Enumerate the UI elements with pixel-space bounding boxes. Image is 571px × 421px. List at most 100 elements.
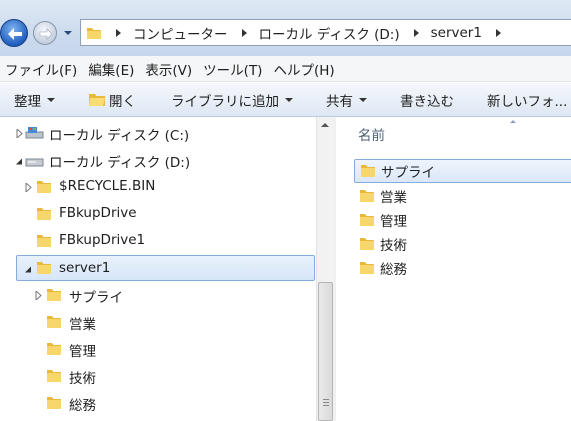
navigation-pane: ローカル ディスク (C:) ローカル ディスク (D:) $RECYCLE.B… (0, 117, 316, 421)
burn-label: 書き込む (400, 93, 454, 110)
folder-icon (360, 238, 374, 250)
grip-icon (323, 399, 329, 407)
file-item-gijutsu[interactable]: 技術 (354, 232, 571, 256)
command-bar: 整理 開く ライブラリに追加 共有 書き込む 新しいフォ... (0, 83, 571, 117)
menu-bar: ファイル(F) 編集(E) 表示(V) ツール(T) ヘルプ(H) (0, 56, 571, 82)
breadcrumb-separator[interactable] (495, 28, 501, 37)
menu-file[interactable]: ファイル(F) (0, 59, 83, 79)
menu-tools[interactable]: ツール(T) (198, 59, 268, 79)
file-label: 営業 (380, 190, 407, 206)
tree-label-kanri: 管理 (69, 344, 96, 360)
drive-icon (25, 158, 44, 167)
tree-label-fbkupdrive: FBkupDrive (59, 205, 137, 221)
organize-button[interactable]: 整理 (0, 87, 68, 113)
burn-button[interactable]: 書き込む (380, 87, 467, 113)
tree-label-fbkupdrive1: FBkupDrive1 (59, 232, 146, 248)
tree-item-recycle-bin[interactable]: $RECYCLE.BIN (0, 175, 316, 199)
new-folder-label: 新しいフォ... (487, 93, 568, 110)
folder-icon (47, 370, 61, 382)
forward-arrow-icon (39, 28, 53, 40)
column-header[interactable]: 名前 (336, 117, 571, 151)
breadcrumb-separator[interactable] (241, 28, 247, 37)
tree-label-soumu: 総務 (69, 398, 96, 414)
tree-item-supply[interactable]: サプライ (0, 283, 316, 307)
tree-label-server1: server1 (59, 260, 111, 276)
open-label: 開く (109, 93, 136, 110)
tree-label-gijutsu: 技術 (69, 371, 96, 387)
folder-icon (47, 316, 61, 328)
column-name-header[interactable]: 名前 (358, 124, 385, 144)
folder-icon (360, 214, 374, 226)
breadcrumb-server1[interactable]: server1 (431, 25, 482, 41)
drive-icon (25, 127, 44, 139)
back-arrow-icon (8, 28, 22, 40)
tree-label-eigyo: 営業 (69, 317, 96, 333)
folder-icon (47, 397, 61, 409)
tree-item-fbkupdrive[interactable]: FBkupDrive (0, 202, 316, 226)
file-list-pane: 名前 サプライ 営業 管理 技術 総務 (336, 117, 571, 421)
collapse-arrow-icon[interactable] (24, 265, 32, 274)
expand-arrow-icon[interactable] (35, 291, 43, 300)
organize-label: 整理 (14, 93, 41, 110)
tree-label-drive-c: ローカル ディスク (C:) (49, 128, 190, 144)
folder-icon (47, 343, 61, 355)
breadcrumb-drive-d[interactable]: ローカル ディスク (D:) (259, 23, 400, 43)
menu-edit[interactable]: 編集(E) (83, 59, 140, 79)
tree-item-fbkupdrive1[interactable]: FBkupDrive1 (0, 229, 316, 253)
address-box[interactable]: コンピューター ローカル ディスク (D:) server1 (80, 19, 571, 46)
expand-arrow-icon[interactable] (25, 183, 33, 192)
collapse-arrow-icon[interactable] (15, 157, 23, 166)
folder-icon (37, 181, 51, 193)
menu-view[interactable]: 表示(V) (140, 59, 198, 79)
chevron-down-icon (47, 97, 55, 102)
share-label: 共有 (326, 93, 353, 110)
expand-arrow-icon[interactable] (16, 129, 24, 138)
file-item-eigyo[interactable]: 営業 (354, 184, 571, 208)
tree-label-supply: サプライ (69, 290, 123, 306)
open-button[interactable]: 開く (68, 87, 149, 113)
folder-icon (37, 262, 51, 274)
breadcrumb-computer[interactable]: コンピューター (133, 23, 228, 43)
add-to-library-button[interactable]: ライブラリに追加 (149, 87, 306, 113)
folder-icon (87, 27, 101, 39)
file-item-supply[interactable]: サプライ (354, 159, 571, 183)
breadcrumb-separator[interactable] (116, 28, 121, 37)
open-folder-icon (89, 94, 105, 106)
sort-ascending-icon (510, 120, 516, 123)
folder-icon (47, 289, 61, 301)
tree-label-recycle-bin: $RECYCLE.BIN (59, 178, 156, 194)
file-label: 総務 (380, 262, 407, 278)
breadcrumb-separator[interactable] (413, 28, 419, 37)
file-item-soumu[interactable]: 総務 (354, 256, 571, 280)
folder-icon (360, 262, 374, 274)
tree-item-drive-c[interactable]: ローカル ディスク (C:) (0, 121, 316, 145)
menu-help[interactable]: ヘルプ(H) (268, 59, 340, 79)
tree-label-drive-d: ローカル ディスク (D:) (49, 155, 191, 171)
new-folder-button[interactable]: 新しいフォ... (467, 87, 571, 113)
file-label: 管理 (380, 214, 407, 230)
folder-icon (37, 235, 51, 247)
tree-item-soumu[interactable]: 総務 (0, 391, 316, 415)
forward-button[interactable] (33, 21, 57, 45)
folder-icon (37, 208, 51, 220)
file-label: 技術 (380, 238, 407, 254)
tree-item-gijutsu[interactable]: 技術 (0, 364, 316, 388)
folder-icon (360, 190, 374, 202)
scroll-up-arrow-icon[interactable] (321, 123, 329, 127)
share-button[interactable]: 共有 (306, 87, 380, 113)
nav-vertical-scrollbar[interactable] (316, 117, 334, 421)
tree-item-kanri[interactable]: 管理 (0, 337, 316, 361)
file-label: サプライ (381, 165, 435, 181)
tree-item-drive-d[interactable]: ローカル ディスク (D:) (0, 148, 316, 172)
tree-item-eigyo[interactable]: 営業 (0, 310, 316, 334)
address-bar-area: コンピューター ローカル ディスク (D:) server1 (0, 0, 571, 60)
recent-pages-dropdown-icon[interactable] (62, 27, 74, 39)
folder-icon (361, 165, 375, 177)
chevron-down-icon (359, 97, 367, 102)
add-to-library-label: ライブラリに追加 (171, 93, 279, 110)
chevron-down-icon (285, 97, 293, 102)
tree-item-server1[interactable]: server1 (16, 255, 315, 281)
back-button[interactable] (0, 19, 28, 47)
file-item-kanri[interactable]: 管理 (354, 208, 571, 232)
scrollbar-thumb[interactable] (318, 282, 333, 421)
